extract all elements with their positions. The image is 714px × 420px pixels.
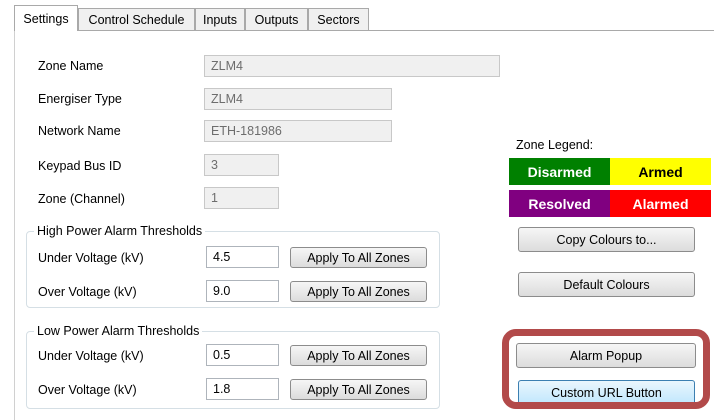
tab-control-schedule[interactable]: Control Schedule	[78, 8, 195, 30]
zone-name-label: Zone Name	[38, 59, 104, 73]
low-over-voltage-input[interactable]: 1.8	[206, 378, 279, 400]
zone-channel-label: Zone (Channel)	[38, 192, 125, 206]
low-under-voltage-input[interactable]: 0.5	[206, 344, 279, 366]
high-over-voltage-label: Over Voltage (kV)	[38, 285, 137, 299]
tab-outputs[interactable]: Outputs	[245, 8, 308, 30]
network-name-field[interactable]: ETH-181986	[204, 120, 392, 142]
high-under-voltage-label: Under Voltage (kV)	[38, 251, 144, 265]
highlight-annotation	[502, 329, 710, 409]
apply-to-all-zones-button[interactable]: Apply To All Zones	[290, 345, 427, 366]
copy-colours-button[interactable]: Copy Colours to...	[518, 227, 695, 252]
default-colours-button[interactable]: Default Colours	[518, 272, 695, 297]
legend-alarmed: Alarmed	[610, 190, 711, 217]
tab-settings[interactable]: Settings	[14, 5, 78, 31]
high-under-voltage-input[interactable]: 4.5	[206, 246, 279, 268]
tab-sectors[interactable]: Sectors	[308, 8, 369, 30]
low-over-voltage-label: Over Voltage (kV)	[38, 383, 137, 397]
legend-armed: Armed	[610, 158, 711, 185]
high-power-group-title: High Power Alarm Thresholds	[34, 224, 206, 238]
legend-disarmed: Disarmed	[509, 158, 610, 185]
low-under-voltage-label: Under Voltage (kV)	[38, 349, 144, 363]
legend-resolved: Resolved	[509, 190, 610, 217]
high-over-voltage-input[interactable]: 9.0	[206, 280, 279, 302]
network-name-label: Network Name	[38, 124, 121, 138]
zone-name-field[interactable]: ZLM4	[204, 55, 500, 77]
apply-to-all-zones-button[interactable]: Apply To All Zones	[290, 247, 427, 268]
apply-to-all-zones-button[interactable]: Apply To All Zones	[290, 281, 427, 302]
tab-inputs[interactable]: Inputs	[195, 8, 245, 30]
energiser-type-label: Energiser Type	[38, 92, 122, 106]
keypad-bus-id-field[interactable]: 3	[204, 154, 279, 176]
keypad-bus-id-label: Keypad Bus ID	[38, 159, 122, 173]
zone-channel-field[interactable]: 1	[204, 187, 279, 209]
low-power-group-title: Low Power Alarm Thresholds	[34, 324, 203, 338]
energiser-type-field[interactable]: ZLM4	[204, 88, 392, 110]
apply-to-all-zones-button[interactable]: Apply To All Zones	[290, 379, 427, 400]
zone-legend-title: Zone Legend:	[516, 138, 594, 152]
